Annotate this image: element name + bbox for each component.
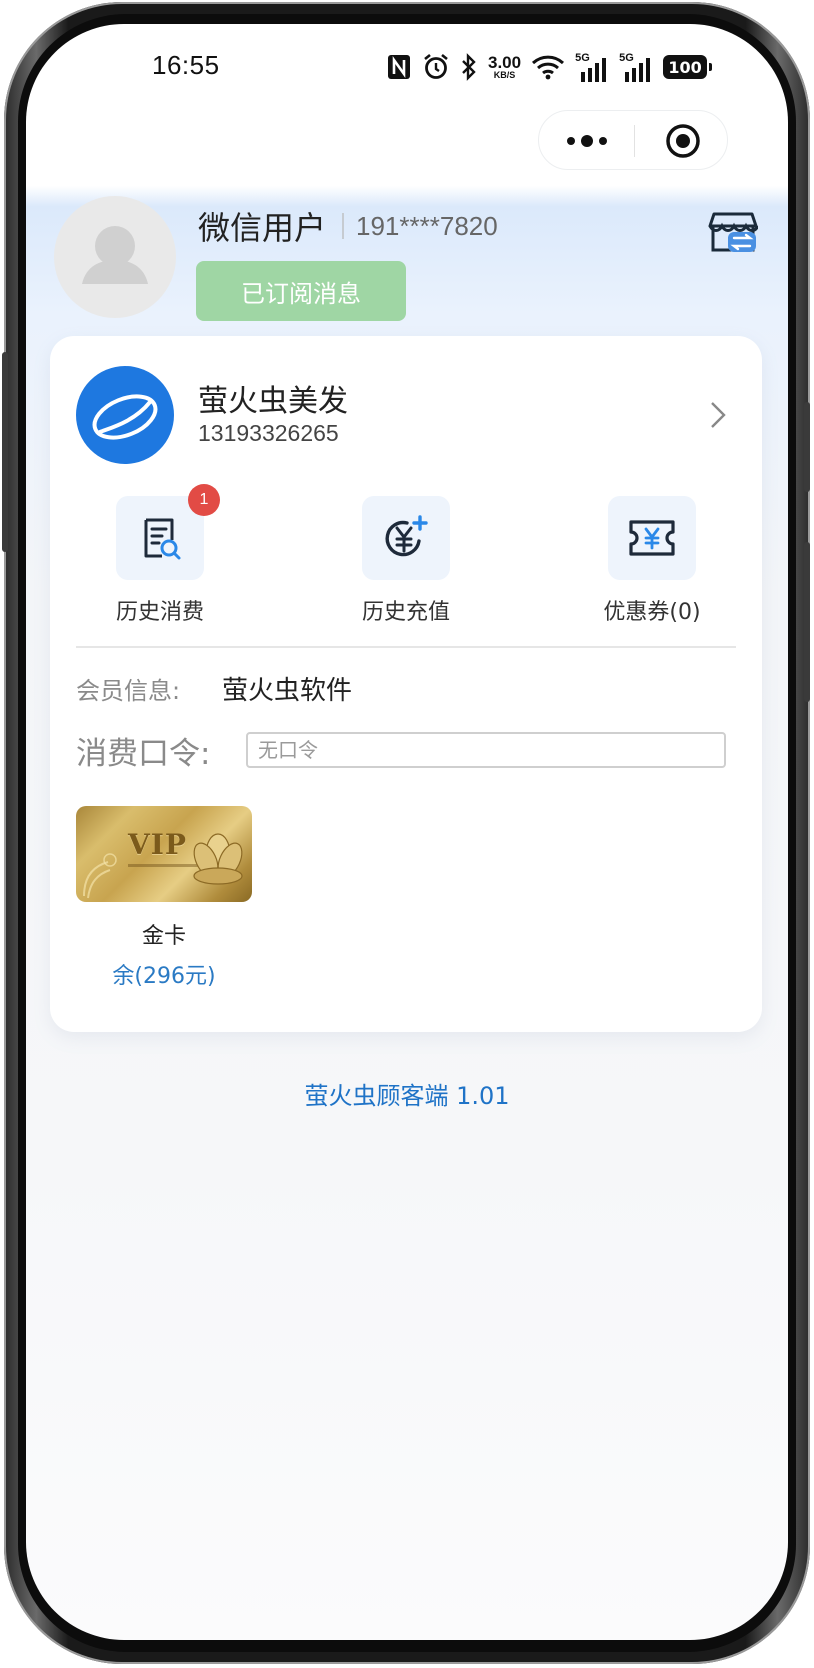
history-recharge-button[interactable]: 历史充值 [296,496,516,626]
consumption-code-row: 消费口令: [76,730,726,772]
coupon-button[interactable]: 优惠券(0) [542,496,762,626]
avatar[interactable] [54,196,176,318]
consumption-code-input[interactable] [246,732,726,768]
wifi-icon [531,54,565,80]
net-speed-value: 3.00 [488,53,522,72]
phone-side-button-right [804,542,810,702]
user-phone: 191****7820 [356,210,498,241]
vip-card-text: VIP [128,828,187,861]
status-time: 16:55 [152,50,220,80]
chevron-right-icon[interactable] [706,400,730,430]
quick-actions: 1 历史消费 历史充值 优惠券(0) [50,484,762,626]
nfc-icon [386,53,412,81]
shop-logo[interactable] [76,366,174,464]
coupon-icon [629,520,675,556]
phone-screen: 16:55 3.00 KB/S 5G 5G 100 微信用户 191****78… [26,24,788,1640]
shop-card: 萤火虫美发 13193326265 1 历史消费 历史充值 优惠券(0) 会员信… [50,336,762,1032]
yuan-recharge-icon [385,515,428,557]
subscribe-button[interactable]: 已订阅消息 [196,261,406,321]
username-divider [342,213,345,239]
vip-card-swirl-decoration [83,853,117,899]
shop-name[interactable]: 萤火虫美发 [198,376,348,420]
close-miniprogram-icon[interactable] [665,123,701,159]
username: 微信用户 [198,209,327,247]
more-menu-icon[interactable] [563,129,611,153]
signal-5g-icon-1: 5G [575,52,609,82]
history-recharge-icon-box [362,496,450,580]
signal-5g-icon-2: 5G [619,52,653,82]
member-info-value: 萤火虫软件 [222,675,353,706]
status-icons: 3.00 KB/S 5G 5G 100 [386,48,713,86]
consumption-code-label: 消费口令: [76,735,211,772]
switch-store-icon[interactable] [708,210,758,256]
default-avatar-icon [82,226,148,284]
history-recharge-label: 历史充值 [361,600,450,625]
vip-card-image[interactable]: VIP [76,806,252,902]
history-consumption-label: 历史消费 [115,600,204,625]
history-consumption-button[interactable]: 1 历史消费 [50,484,270,626]
net-speed-indicator: 3.00 KB/S [488,54,521,80]
member-info-row: 会员信息: 萤火虫软件 [76,670,352,706]
shop-logo-icon [92,394,158,440]
shop-phone: 13193326265 [198,420,339,446]
vip-card-balance[interactable]: 余(296元) [76,958,252,990]
card-divider [76,646,736,648]
receipt-search-icon [144,518,181,560]
phone-side-button-right-top [804,402,810,492]
app-version: 萤火虫顾客端 1.01 [304,1082,510,1110]
notification-badge: 1 [188,484,220,516]
alarm-icon [422,53,450,81]
bluetooth-icon [460,53,478,81]
lotus-flower-icon [193,833,243,885]
status-bar: 16:55 3.00 KB/S 5G 5G 100 [26,24,788,108]
miniprogram-capsule [538,110,728,170]
phone-side-button-left [2,352,8,552]
coupon-icon-box [608,496,696,580]
net-speed-unit: KB/S [493,70,516,80]
coupon-label: 优惠券(0) [603,600,701,625]
vip-card-name: 金卡 [141,924,186,949]
member-info-label: 会员信息: [76,676,181,705]
capsule-divider [634,125,635,157]
username-row: 微信用户 191****7820 [198,204,498,248]
battery-icon: 100 [663,55,713,79]
